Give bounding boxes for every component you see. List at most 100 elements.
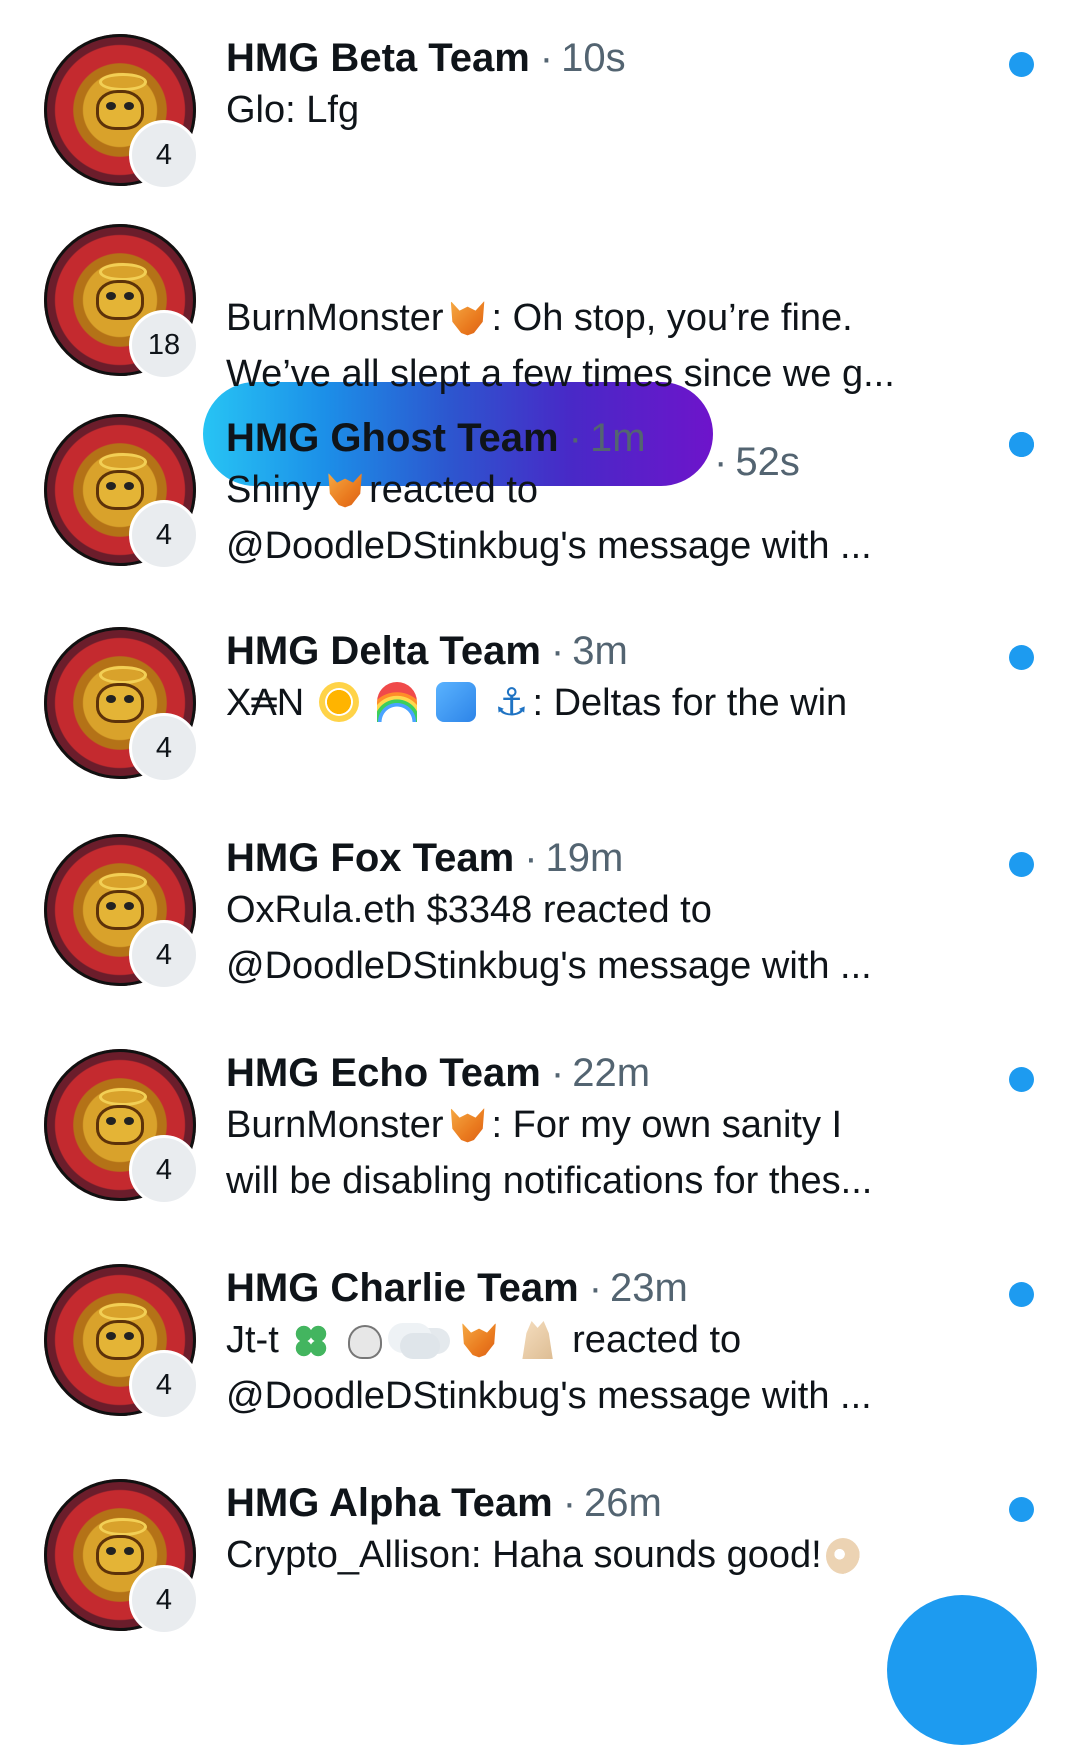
title-separator: · [539, 36, 554, 80]
halo-icon [99, 1518, 147, 1536]
conversation-preview: X₳N ⚓: Deltas for the win [226, 675, 986, 731]
member-count-badge: 4 [129, 1565, 199, 1635]
title-separator: · [550, 1051, 565, 1095]
conversation-time: 23m [610, 1266, 688, 1310]
unread-indicator [1009, 1282, 1034, 1307]
conversation-preview: Glo: Lfg [226, 89, 360, 131]
preview-suffix: reacted to [369, 469, 539, 511]
fox-face-icon [462, 1323, 496, 1358]
monster-face-icon [96, 280, 144, 320]
halo-icon [99, 666, 147, 684]
conversation-name: HMG Charlie Team [226, 1266, 579, 1310]
title-separator: · [550, 629, 565, 673]
unread-indicator [1009, 1497, 1034, 1522]
conversation-time: 1m [589, 416, 646, 460]
preview-line-1: OxRula.eth $3348 reacted to [226, 889, 712, 931]
halo-icon [99, 453, 147, 471]
conversation-title-line: HMG Fox Team · 19m [226, 832, 623, 884]
halo-icon [99, 263, 147, 281]
fox-face-icon [328, 473, 362, 508]
preview-line-2: will be disabling notifications for thes… [226, 1160, 873, 1202]
member-count-badge: 18 [129, 310, 199, 380]
conversation-row-priority[interactable]: 18 · 52s BurnMonster: Oh stop, you’re fin… [0, 190, 1080, 486]
preview-suffix: : For my own sanity I [491, 1104, 843, 1146]
conversation-title-line: HMG Charlie Team · 23m [226, 1262, 688, 1314]
ok-hand-icon [825, 1538, 860, 1574]
preview-sender: Jt-t [226, 1319, 279, 1361]
conversation-time: 10s [561, 36, 626, 80]
title-separator: · [562, 1481, 577, 1525]
conversation-row-echo[interactable]: 4 HMG Echo Team · 22m BurnMonster : For my … [0, 1015, 1080, 1229]
conversation-time: 3m [572, 629, 628, 673]
monster-face-icon [96, 890, 144, 930]
unread-indicator [1009, 432, 1034, 457]
conversation-preview: Crypto_Allison: Haha sounds good! [226, 1527, 986, 1583]
sun-icon [318, 682, 359, 722]
conversation-time: 22m [572, 1051, 651, 1095]
unread-indicator [1009, 52, 1034, 77]
conversation-row-beta[interactable]: 4 HMG Beta Team · 10s Glo: Lfg [0, 0, 1080, 214]
preview-line-1: BurnMonster : Oh stop, you’re fine. [226, 290, 986, 346]
preview-sender: BurnMonster [226, 297, 444, 339]
member-count-badge: 4 [129, 120, 199, 190]
member-count-badge: 4 [129, 920, 199, 990]
conversation-preview: BurnMonster : For my own sanity I will be… [226, 1097, 986, 1209]
conversation-name: HMG Ghost Team [226, 416, 559, 460]
unread-indicator [1009, 645, 1034, 670]
member-count-badge: 4 [129, 1350, 199, 1420]
conversation-title-line: HMG Echo Team · 22m [226, 1047, 650, 1099]
preview-sender: BurnMonster [226, 1104, 444, 1146]
fox-face-icon [450, 1108, 485, 1143]
conversation-preview: OxRula.eth $3348 reacted to @DoodleDStin… [226, 882, 986, 994]
skull-icon [347, 1325, 382, 1359]
member-count-badge: 4 [129, 1135, 199, 1205]
conversation-title-line: HMG Ghost Team · 1m [226, 412, 646, 464]
preview-line-1: Crypto_Allison: Haha sounds good! [226, 1534, 822, 1576]
monster-face-icon [96, 683, 144, 723]
preview-suffix: reacted to [572, 1319, 742, 1361]
compose-button[interactable] [887, 1595, 1037, 1745]
conversation-name: HMG Alpha Team [226, 1481, 553, 1525]
preview-line-2: @DoodleDStinkbug's message with ... [226, 525, 872, 567]
cloud-icon [400, 1333, 441, 1359]
monster-face-icon [96, 1105, 144, 1145]
conversation-name: HMG Echo Team [226, 1051, 541, 1095]
conversation-preview: Jt-t reacted to @DoodleDStinkbug's messa… [226, 1312, 986, 1424]
unread-indicator [1009, 1067, 1034, 1092]
unread-indicator [1009, 852, 1034, 877]
conversation-row-charlie[interactable]: 4 HMG Charlie Team · 23m Jt-t reacted to @… [0, 1230, 1080, 1444]
member-count-badge: 4 [129, 713, 199, 783]
conversation-row-ghost[interactable]: 4 HMG Ghost Team · 1m Shiny reacted to @Doo… [0, 380, 1080, 594]
preview-sender: X₳N [226, 682, 305, 724]
conversation-name: HMG Beta Team [226, 36, 530, 80]
halo-icon [99, 73, 147, 91]
halo-icon [99, 873, 147, 891]
halo-icon [99, 1088, 147, 1106]
conversation-name: HMG Fox Team [226, 836, 515, 880]
preview-sender: Shiny [226, 469, 322, 511]
conversation-title-line: HMG Alpha Team · 26m [226, 1477, 662, 1529]
rainbow-icon [377, 682, 418, 722]
preview-line-1: BurnMonster : For my own sanity I [226, 1097, 986, 1153]
title-separator: · [568, 416, 582, 460]
preview-suffix: : Oh stop, you’re fine. [491, 297, 853, 339]
conversation-row-fox[interactable]: 4 HMG Fox Team · 19m OxRula.eth $3348 reac… [0, 800, 1080, 1014]
conversation-title-line: HMG Beta Team · 10s [226, 32, 626, 84]
conversation-title-line: HMG Delta Team · 3m [226, 625, 628, 677]
preview-suffix: : Deltas for the win [532, 682, 848, 724]
conversation-preview: Shiny reacted to @DoodleDStinkbug's messa… [226, 462, 986, 574]
four-leaf-clover-icon [293, 1323, 330, 1359]
halo-icon [99, 1303, 147, 1321]
monster-face-icon [96, 90, 144, 130]
monster-face-icon [96, 1535, 144, 1575]
preview-line-2: @DoodleDStinkbug's message with ... [226, 1375, 872, 1417]
monster-face-icon [96, 1320, 144, 1360]
preview-line-1: Shiny reacted to [226, 462, 986, 518]
anchor-icon: ⚓ [494, 682, 529, 724]
preview-line-1: Jt-t reacted to [226, 1312, 986, 1368]
conversation-name: HMG Delta Team [226, 629, 541, 673]
conversation-row-delta[interactable]: 4 HMG Delta Team · 3m X₳N ⚓: Deltas for th… [0, 593, 1080, 807]
preview-line-2: @DoodleDStinkbug's message with ... [226, 945, 872, 987]
fox-face-icon [450, 301, 485, 336]
monster-face-icon [96, 470, 144, 510]
